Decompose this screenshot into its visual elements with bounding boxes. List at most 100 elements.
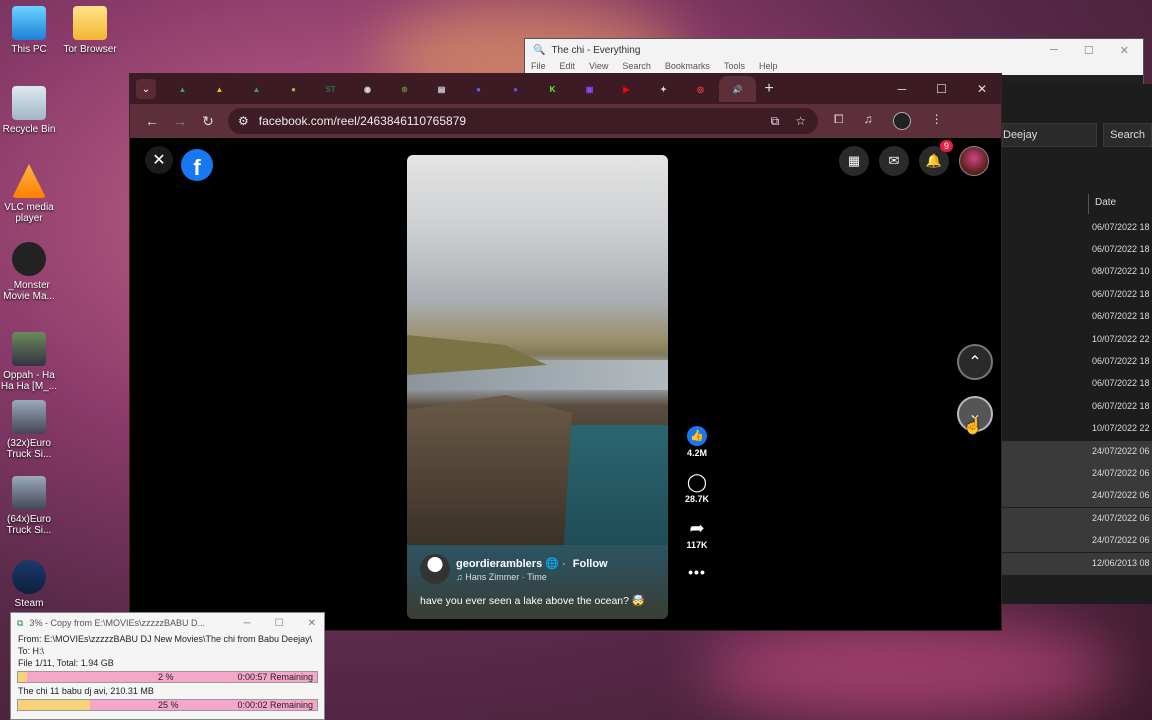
more-options-icon[interactable]: ••• <box>682 564 712 580</box>
chevron-up-icon: ⌃ <box>968 354 982 371</box>
tab-list: ▲ ▲ ▲ ● ST ◉ ⊛ ▤ ● ● K ▣ ▶ ✦ ◎ 🔊 <box>164 76 756 102</box>
reel-caption: have you ever seen a lake above the ocea… <box>420 595 645 607</box>
reel-video[interactable]: geordieramblers 🌐 · Follow ♫ Hans Zimmer… <box>407 155 668 619</box>
browser-window[interactable]: ⌄ ▲ ▲ ▲ ● ST ◉ ⊛ ▤ ● ● K ▣ ▶ ✦ ◎ 🔊 + ─ ☐ ✕ ← → ↻ ⚙ face… <box>129 73 1002 631</box>
search-input[interactable]: Deejay <box>1002 123 1098 147</box>
cliff-scene <box>407 395 572 545</box>
table-row[interactable]: 06/07/2022 18 <box>1002 284 1152 306</box>
minimize-icon[interactable]: ─ <box>1050 44 1058 57</box>
tab-favicon-icon: ✦ <box>660 84 667 94</box>
browser-tab[interactable]: ▲ <box>238 76 275 102</box>
browser-tab[interactable]: ▶ <box>608 76 645 102</box>
reload-button[interactable]: ↻ <box>194 113 222 130</box>
comment-count: 28.7K <box>684 494 710 504</box>
desktop-icon-steam[interactable]: Steam <box>0 560 61 609</box>
address-bar[interactable]: ⚙ facebook.com/reel/2463846110765879 ⧉ ☆ <box>228 108 818 134</box>
minimize-icon[interactable]: ─ <box>244 618 251 629</box>
copy-progress-dialog[interactable]: ⧉ 3% - Copy from E:\MOVIEs\zzzzzBABU D..… <box>10 612 325 720</box>
table-row[interactable]: 06/07/2022 18 <box>1002 351 1152 373</box>
install-app-icon[interactable]: ⧉ <box>771 114 780 129</box>
copy-dialog-titlebar[interactable]: ⧉ 3% - Copy from E:\MOVIEs\zzzzzBABU D..… <box>11 613 324 633</box>
browser-tab[interactable]: ST <box>312 76 349 102</box>
profile-avatar[interactable] <box>892 112 911 130</box>
desktop-icon-euro-truck-64[interactable]: (64x)Euro Truck Si... <box>0 476 61 536</box>
table-row[interactable]: 10/07/2022 22 <box>1002 418 1152 440</box>
table-row[interactable]: 12/06/2013 08 <box>1002 553 1152 575</box>
close-icon[interactable]: ✕ <box>977 82 987 96</box>
table-row[interactable]: 06/07/2022 18 <box>1002 373 1152 395</box>
extensions-icon[interactable]: ⧠ <box>834 112 844 130</box>
bookmark-star-icon[interactable]: ☆ <box>795 114 806 129</box>
facebook-logo[interactable]: f <box>181 149 213 181</box>
notifications-button[interactable]: 🔔 9 <box>919 140 953 176</box>
notification-badge: 9 <box>939 140 953 152</box>
browser-tab[interactable]: ◎ <box>682 76 719 102</box>
table-row[interactable]: 24/07/2022 06 <box>1002 463 1152 485</box>
forward-button[interactable]: → <box>166 113 194 129</box>
follow-button[interactable]: Follow <box>573 558 608 570</box>
account-avatar[interactable] <box>959 146 989 176</box>
share-action[interactable]: ➦ 117K <box>682 518 712 550</box>
table-row[interactable]: 24/07/2022 06 <box>1002 508 1152 530</box>
like-action[interactable]: 👍 4.2M <box>682 426 712 458</box>
browser-tab[interactable]: ✦ <box>645 76 682 102</box>
toolbar-icons: ⧠ ♫ ⋮ <box>834 112 943 130</box>
browser-tab[interactable]: K <box>534 76 571 102</box>
menu-grid-button[interactable]: ▦ <box>839 146 869 176</box>
browser-tab[interactable]: 🔊 <box>719 76 756 102</box>
minimize-icon[interactable]: ─ <box>898 82 907 96</box>
back-button[interactable]: ← <box>138 113 166 129</box>
desktop-icon-this-pc[interactable]: This PC <box>0 6 61 55</box>
new-tab-button[interactable]: + <box>756 80 782 98</box>
browser-tab[interactable]: ● <box>497 76 534 102</box>
desktop-icon-monster-movie[interactable]: _Monster Movie Ma... <box>0 242 61 302</box>
truck-icon <box>12 400 46 434</box>
browser-tab[interactable]: ▤ <box>423 76 460 102</box>
browser-tab[interactable]: ● <box>275 76 312 102</box>
search-button[interactable]: Search <box>1103 123 1152 147</box>
site-settings-icon[interactable]: ⚙ <box>238 114 249 128</box>
vlc-cone-icon <box>12 164 46 198</box>
table-row[interactable]: 10/07/2022 22 <box>1002 329 1152 351</box>
table-row[interactable]: 24/07/2022 06 <box>1002 530 1152 552</box>
desktop-icon-recycle-bin[interactable]: Recycle Bin <box>0 86 61 135</box>
maximize-icon[interactable]: ☐ <box>1084 44 1094 57</box>
maximize-icon[interactable]: ☐ <box>275 618 284 629</box>
author-name[interactable]: geordieramblers <box>456 558 542 570</box>
table-row[interactable]: 06/07/2022 18 <box>1002 306 1152 328</box>
column-header-date[interactable]: Date <box>1088 194 1152 214</box>
table-row[interactable]: 24/07/2022 06 <box>1002 485 1152 507</box>
browser-tab[interactable]: ◉ <box>349 76 386 102</box>
browser-tab[interactable]: ⊛ <box>386 76 423 102</box>
table-row[interactable]: 08/07/2022 10 <box>1002 261 1152 283</box>
browser-tab[interactable]: ▣ <box>571 76 608 102</box>
music-title: Hans Zimmer · Time <box>465 571 547 582</box>
close-icon[interactable]: ✕ <box>308 618 316 629</box>
comment-action[interactable]: ◯ 28.7K <box>682 472 712 504</box>
like-count: 4.2M <box>686 448 707 458</box>
close-reel-button[interactable]: ✕ <box>145 146 173 174</box>
desktop-icon-euro-truck-32[interactable]: (32x)Euro Truck Si... <box>0 400 61 460</box>
tab-search-dropdown[interactable]: ⌄ <box>136 79 156 99</box>
media-controls-icon[interactable]: ♫ <box>864 112 873 130</box>
close-icon[interactable]: ✕ <box>1120 44 1129 57</box>
everything-titlebar[interactable]: 🔍 The chi - Everything ─ ☐ ✕ <box>525 39 1143 61</box>
desktop-icon-tor-browser[interactable]: Tor Browser <box>58 6 122 55</box>
messenger-button[interactable]: ✉ <box>879 146 909 176</box>
author-avatar[interactable] <box>420 554 450 584</box>
desktop-icon-vlc[interactable]: VLC media player <box>0 164 61 224</box>
table-row[interactable]: 06/07/2022 18 <box>1002 239 1152 261</box>
more-menu-icon[interactable]: ⋮ <box>931 112 943 130</box>
browser-tab[interactable]: ▲ <box>201 76 238 102</box>
browser-tab[interactable]: ▲ <box>164 76 201 102</box>
table-row[interactable]: 24/07/2022 06 <box>1002 441 1152 463</box>
desktop-icon-oppah[interactable]: Oppah - Ha Ha Ha [M_... <box>0 332 61 392</box>
table-row[interactable]: 06/07/2022 18 <box>1002 217 1152 239</box>
browser-tab[interactable]: ● <box>460 76 497 102</box>
previous-reel-button[interactable]: ⌃ <box>957 344 993 380</box>
maximize-icon[interactable]: ☐ <box>936 82 947 96</box>
table-row[interactable]: 06/07/2022 18 <box>1002 396 1152 418</box>
total-progress-bar: 2 % 0:00:57 Remaining <box>17 671 318 683</box>
reel-music[interactable]: ♫ Hans Zimmer · Time <box>456 572 608 582</box>
facebook-header-actions: ▦ ✉ 🔔 9 <box>839 140 989 176</box>
